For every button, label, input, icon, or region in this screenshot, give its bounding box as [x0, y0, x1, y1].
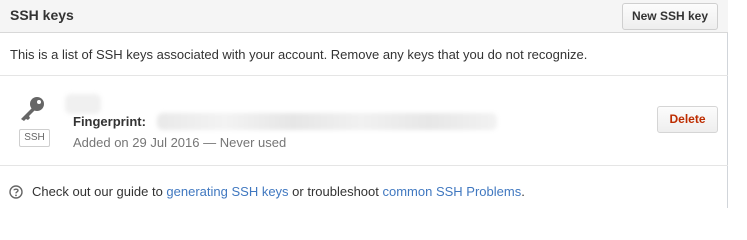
help-middle: or troubleshoot — [288, 184, 383, 199]
fingerprint-label: Fingerprint: — [73, 114, 146, 129]
ssh-keys-panel: SSH keys New SSH key This is a list of S… — [0, 0, 728, 208]
ssh-badge: SSH — [19, 129, 50, 147]
key-added-date: Added on 29 Jul 2016 — Never used — [73, 135, 287, 150]
redacted-title — [65, 94, 101, 114]
fingerprint-value-redacted — [157, 113, 497, 130]
question-circle-icon — [9, 185, 23, 199]
intro-section: This is a list of SSH keys associated wi… — [0, 33, 728, 76]
help-suffix: . — [521, 184, 525, 199]
page-title: SSH keys — [10, 7, 74, 23]
ssh-key-item: SSH Fingerprint: Added on 29 Jul 2016 — … — [0, 76, 728, 166]
help-section: Check out our guide to generating SSH ke… — [0, 166, 728, 208]
key-icon — [21, 97, 44, 121]
delete-key-button[interactable]: Delete — [657, 106, 718, 133]
generating-ssh-keys-link[interactable]: generating SSH keys — [166, 184, 288, 199]
help-prefix: Check out our guide to — [32, 184, 167, 199]
intro-text: This is a list of SSH keys associated wi… — [10, 47, 588, 62]
help-text: Check out our guide to generating SSH ke… — [32, 184, 525, 199]
new-ssh-key-button[interactable]: New SSH key — [622, 3, 718, 30]
common-ssh-problems-link[interactable]: common SSH Problems — [383, 184, 522, 199]
panel-header: SSH keys New SSH key — [0, 0, 728, 33]
